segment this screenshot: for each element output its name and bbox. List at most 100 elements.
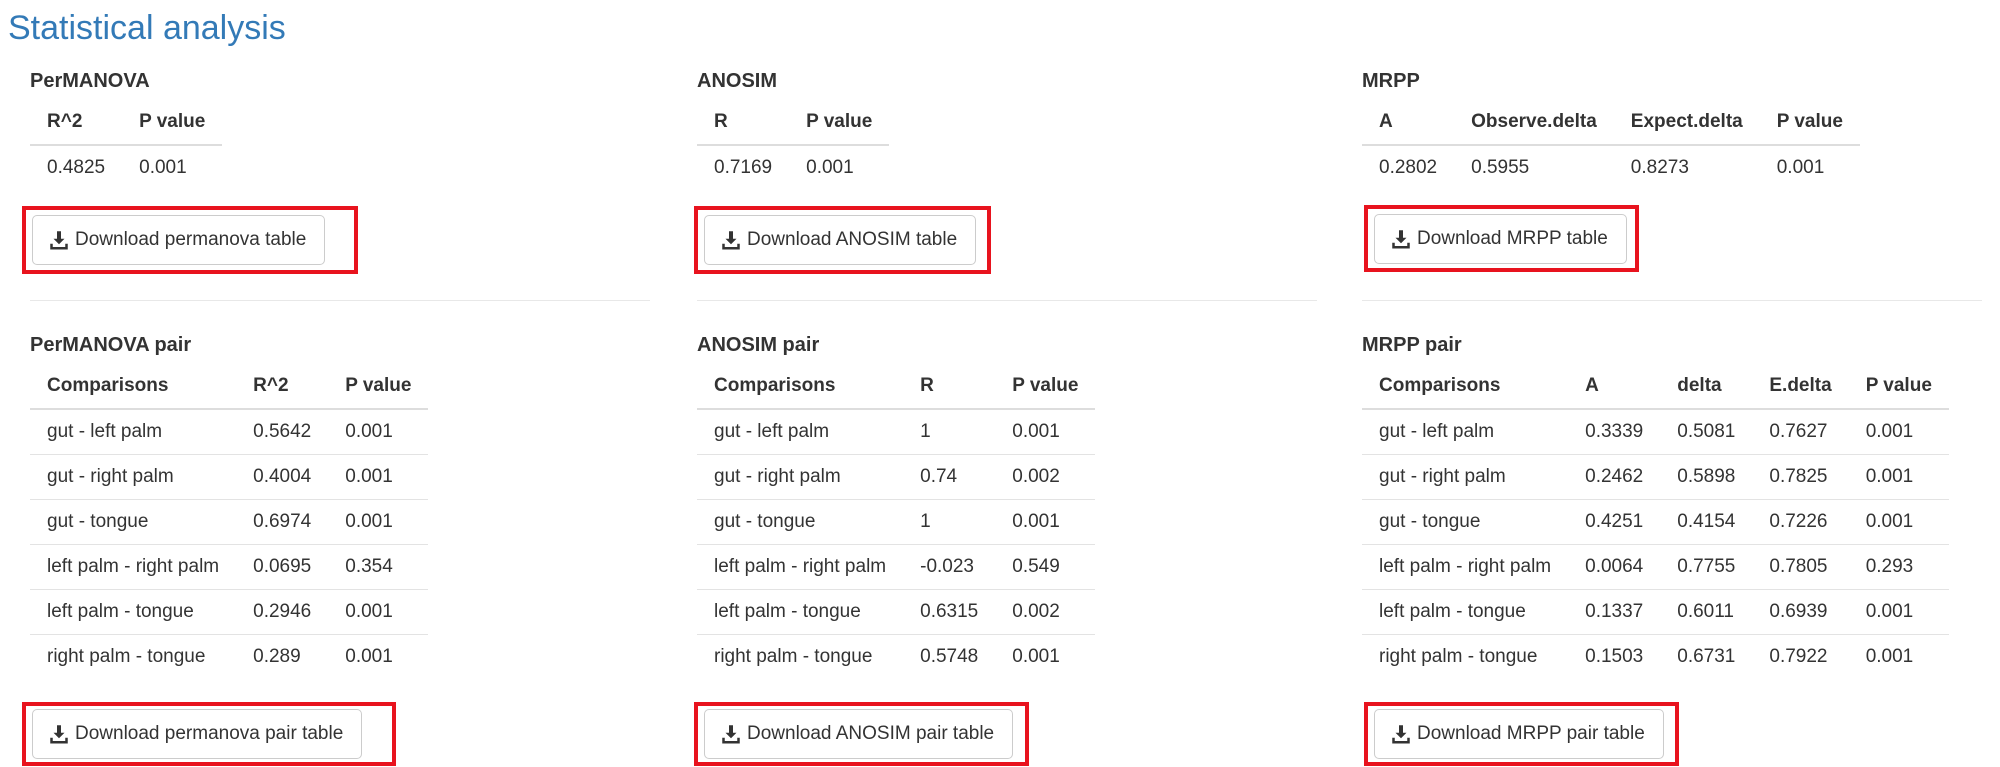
table-row: gut - left palm 0.3339 0.5081 0.7627 0.001 xyxy=(1362,409,1949,455)
mrpp-panel: MRPP A Observe.delta Expect.delta P value 0.… xyxy=(1362,68,1860,190)
download-icon xyxy=(722,231,740,250)
table-cell: right palm - tongue xyxy=(1362,634,1569,679)
column-header: Expect.delta xyxy=(1613,100,1760,146)
permanova-panel: PerMANOVA R^2 P value 0.4825 0.001 xyxy=(30,68,223,190)
table-cell: 0.6011 xyxy=(1660,589,1753,635)
table-row: 0.4825 0.001 xyxy=(30,145,222,190)
table-cell: 0.6315 xyxy=(903,589,996,635)
table-cell: 0.5748 xyxy=(903,634,996,679)
mrpp-pair-title: MRPP pair xyxy=(1362,334,1462,356)
column-header: R xyxy=(697,100,790,146)
table-cell: 0.5955 xyxy=(1471,157,1530,178)
table-cell: 0.7627 xyxy=(1769,421,1828,442)
table-cell: left palm - tongue xyxy=(1362,589,1569,635)
table-row: gut - left palm 0.5642 0.001 xyxy=(30,409,428,455)
table-row: gut - left palm 1 0.001 xyxy=(697,409,1095,455)
column-header: A xyxy=(1362,100,1455,146)
permanova-pair-panel: PerMANOVA pair Comparisons R^2 P value gut … xyxy=(30,332,429,679)
table-cell: right palm - tongue xyxy=(30,634,237,679)
anosim-download-frame: Download ANOSIM table xyxy=(694,206,991,274)
table-row: gut - right palm 0.4004 0.001 xyxy=(30,454,429,500)
table-cell: 0.002 xyxy=(995,454,1096,500)
table-cell: left palm - right palm xyxy=(30,544,237,590)
table-header-row: Comparisons Adelta E.delta P value xyxy=(1362,364,1949,410)
download-icon xyxy=(722,725,740,744)
mrpp-pair-panel: MRPP pair Comparisons Adelta E.delta P valu… xyxy=(1362,332,1949,679)
column-header: Observe.delta xyxy=(1454,100,1614,146)
table-cell: 0.8273 xyxy=(1630,157,1689,178)
permanova-pair-table: Comparisons R^2 P value gut - left palm 0.56… xyxy=(30,364,429,679)
table-cell: 0.001 xyxy=(1848,589,1949,635)
table-cell: gut - tongue xyxy=(1362,499,1569,545)
table-row: 0.7169 0.001 xyxy=(697,145,889,190)
column-header: Comparisons xyxy=(1362,364,1569,410)
download-permanova-pair-button[interactable]: Download permanova pair table xyxy=(32,709,363,759)
download-anosim-button[interactable]: Download ANOSIM table xyxy=(704,215,977,265)
column-header: P value xyxy=(995,364,1096,410)
table-cell: 0.7169 xyxy=(714,157,773,178)
download-mrpp-button[interactable]: Download MRPP table xyxy=(1374,213,1627,264)
table-row: left palm - tongue 0.6315 0.002 xyxy=(697,589,1096,635)
mrpp-title: MRPP xyxy=(1362,70,1420,92)
table-cell: 0.1503 xyxy=(1568,634,1661,679)
mrpp-download-frame: Download MRPP table xyxy=(1364,205,1639,272)
table-cell: 0.002 xyxy=(995,589,1096,635)
table-header-row: Comparisons R^2 P value xyxy=(30,364,429,410)
download-anosim-pair-button[interactable]: Download ANOSIM pair table xyxy=(704,709,1014,759)
table-cell: 0.7755 xyxy=(1660,544,1753,590)
table-cell: 0.4251 xyxy=(1568,499,1661,545)
mrpp-table: A Observe.delta Expect.delta P value 0.2802 0… xyxy=(1362,100,1860,190)
table-cell: 0.001 xyxy=(328,454,429,500)
download-mrpp-pair-button[interactable]: Download MRPP pair table xyxy=(1374,709,1664,759)
table-cell: left palm - tongue xyxy=(697,589,904,635)
table-cell: 0.001 xyxy=(139,157,187,178)
download-icon xyxy=(50,725,68,744)
table-cell: 0.0064 xyxy=(1568,544,1661,590)
table-cell: gut - right palm xyxy=(1362,454,1569,500)
table-cell: 0.001 xyxy=(1848,454,1949,500)
table-cell: 0.6939 xyxy=(1752,589,1849,635)
table-cell: 0.5081 xyxy=(1677,421,1736,442)
table-row: left palm - right palm 0.0064 0.7755 0.7805… xyxy=(1362,544,1949,590)
table-header-row: R^2 P value xyxy=(30,100,223,146)
table-cell: gut - left palm xyxy=(1379,421,1495,442)
table-cell: 0.5642 xyxy=(253,421,312,442)
column-header: Comparisons xyxy=(697,364,904,410)
table-cell: gut - left palm xyxy=(714,421,830,442)
download-permanova-button[interactable]: Download permanova table xyxy=(32,215,326,265)
permanova-pair-download-frame: Download permanova pair table xyxy=(22,702,396,766)
column-header: E.delta xyxy=(1752,364,1849,410)
column-header: R^2 xyxy=(30,100,123,146)
table-cell: 1 xyxy=(920,421,931,442)
divider xyxy=(697,300,1317,301)
table-cell: 0.2462 xyxy=(1568,454,1661,500)
table-cell: 0.4004 xyxy=(236,454,329,500)
table-cell: 0.7922 xyxy=(1752,634,1849,679)
table-row: left palm - tongue 0.2946 0.001 xyxy=(30,589,429,635)
table-cell: 0.7805 xyxy=(1752,544,1849,590)
permanova-table: R^2 P value 0.4825 0.001 xyxy=(30,100,223,190)
table-cell: right palm - tongue xyxy=(697,634,904,679)
anosim-pair-download-frame: Download ANOSIM pair table xyxy=(694,702,1029,766)
table-row: gut - tongue 0.6974 0.001 xyxy=(30,499,429,545)
table-cell: 0.001 xyxy=(1776,157,1825,178)
table-cell: gut - left palm xyxy=(47,421,163,442)
table-row: left palm - tongue 0.1337 0.6011 0.6939 0.00… xyxy=(1362,589,1949,635)
table-cell: 0.354 xyxy=(328,544,429,590)
table-cell: 0.001 xyxy=(328,634,429,679)
table-cell: 0.001 xyxy=(345,421,393,442)
table-cell: 0.001 xyxy=(1848,634,1949,679)
column-header: R xyxy=(903,364,996,410)
divider xyxy=(1362,300,1982,301)
table-cell: 0.3339 xyxy=(1585,421,1644,442)
table-cell: left palm - tongue xyxy=(30,589,237,635)
table-cell: 0.6974 xyxy=(236,499,329,545)
column-header: R^2 xyxy=(236,364,329,410)
column-header: P value xyxy=(328,364,429,410)
download-mrpp-label: Download MRPP table xyxy=(1417,227,1608,249)
table-row: gut - tongue 0.4251 0.4154 0.7226 0.001 xyxy=(1362,499,1949,545)
download-permanova-label: Download permanova table xyxy=(75,229,307,250)
divider xyxy=(30,300,650,301)
column-header: delta xyxy=(1660,364,1753,410)
anosim-pair-title: ANOSIM pair xyxy=(697,334,820,356)
